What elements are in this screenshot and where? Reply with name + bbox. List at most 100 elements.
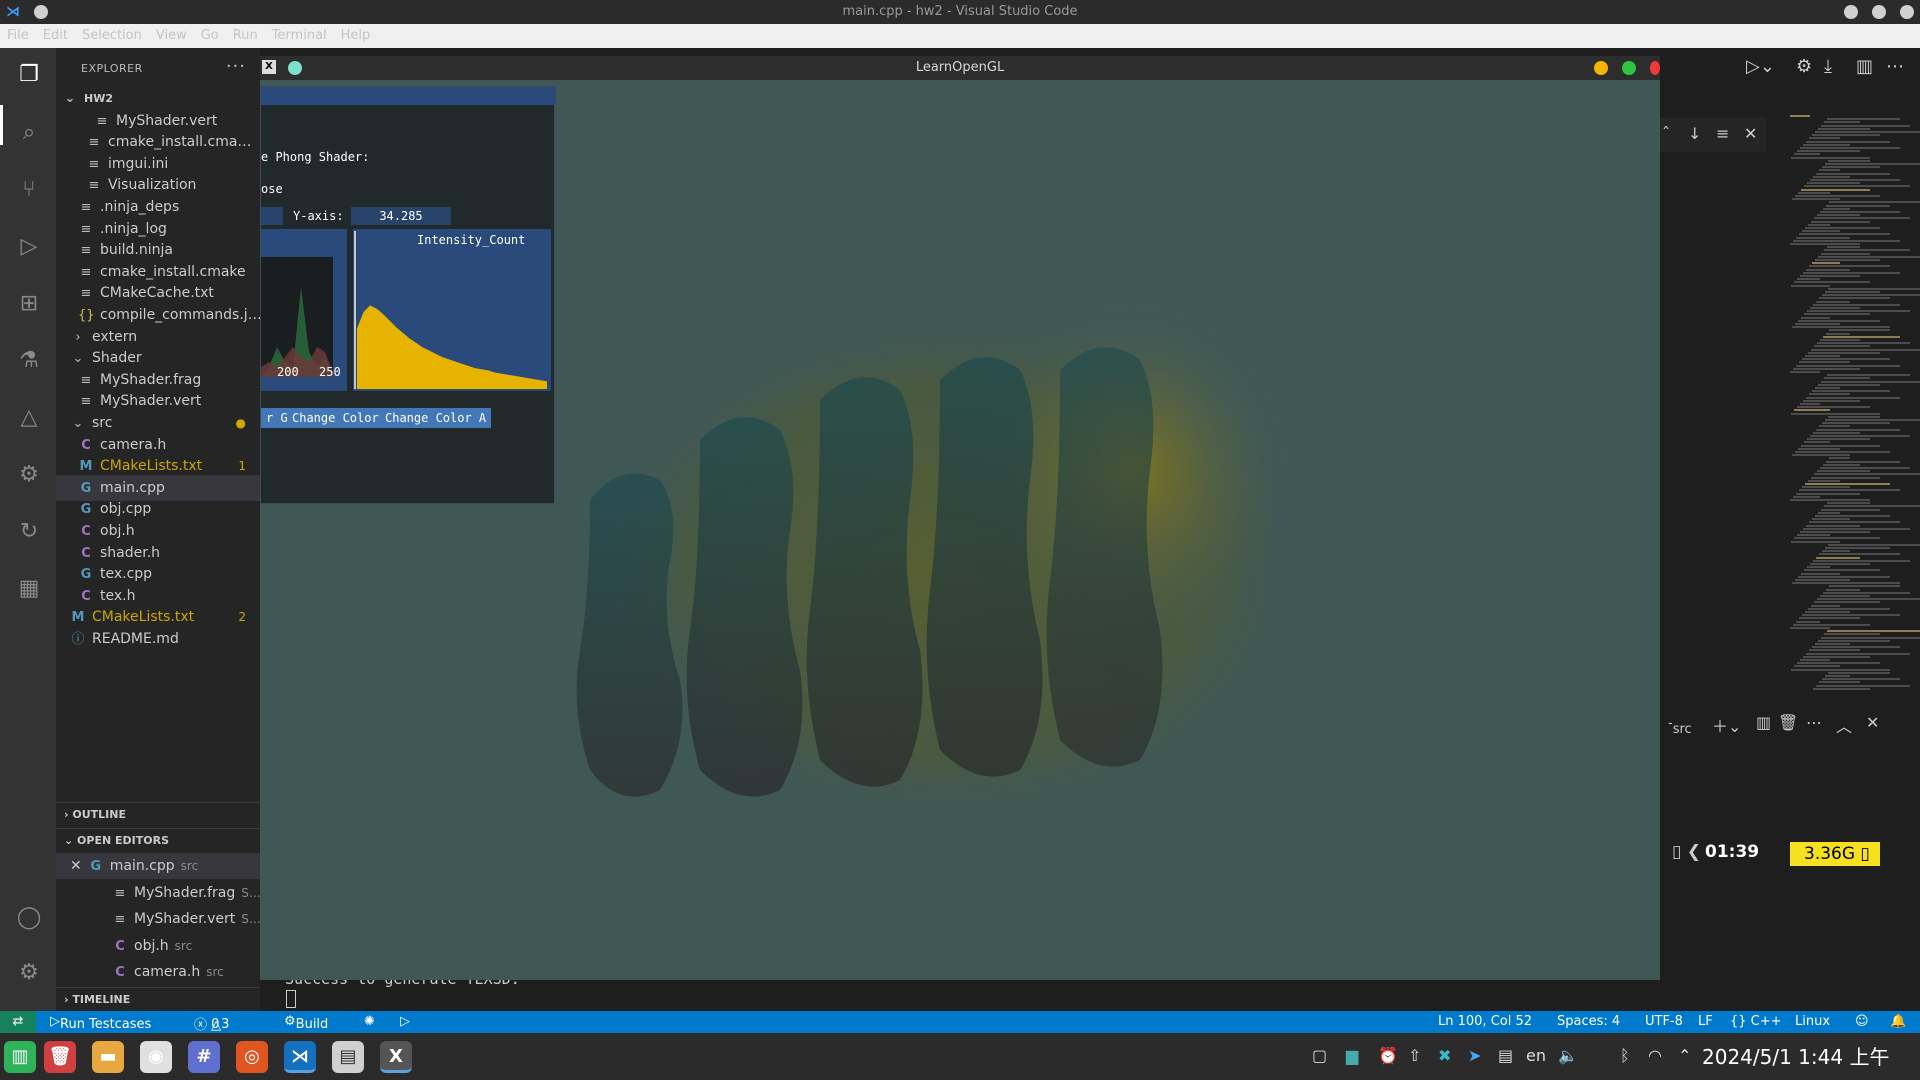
remote-indicator[interactable]: ⇄ [0, 1011, 36, 1033]
new-terminal-icon[interactable]: ＋⌄ [1712, 713, 1741, 737]
gl-close-button[interactable] [1650, 61, 1660, 75]
gl-maximize-button[interactable] [1622, 61, 1636, 75]
indentation[interactable]: Spaces: 4 [1557, 1014, 1620, 1029]
tree-item-label: main.cpp [100, 479, 165, 496]
cmake-icon[interactable]: △ [14, 403, 44, 433]
timeline-section[interactable]: › TIMELINE [56, 987, 260, 1011]
sync-icon[interactable]: ✖ [1438, 1046, 1451, 1065]
encoding[interactable]: UTF-8 [1645, 1014, 1683, 1029]
menu-edit[interactable]: Edit [36, 24, 75, 47]
bluetooth-icon[interactable]: ᛒ [1620, 1046, 1630, 1065]
menu-selection[interactable]: Selection [75, 24, 149, 47]
notifications-icon[interactable]: 🔔 [1890, 1014, 1906, 1029]
menu-run[interactable]: Run [226, 24, 265, 47]
open-editor-item[interactable]: Ccamera.h src [56, 959, 260, 985]
next-match-icon[interactable]: ↓ [1688, 124, 1701, 143]
input-language[interactable]: en [1526, 1046, 1546, 1065]
find-in-selection-icon[interactable]: ≡ [1716, 124, 1729, 143]
maximize-button[interactable] [1872, 5, 1886, 19]
ubuntu-icon[interactable]: ◎ [236, 1041, 268, 1073]
live-share-icon[interactable]: ↻ [14, 517, 44, 547]
telegram-icon[interactable]: ➤ [1468, 1046, 1481, 1065]
trash-app-icon[interactable]: 🗑 [44, 1041, 76, 1073]
split-editor-icon[interactable]: ▥ [1856, 56, 1873, 77]
close-find-icon[interactable]: ✕ [1744, 124, 1757, 143]
text-editor-icon[interactable]: ▤ [332, 1041, 364, 1073]
x-axis-field[interactable] [261, 207, 283, 225]
more-icon[interactable]: ⋯ [1806, 713, 1822, 732]
open-editor-item[interactable]: Cobj.h src [56, 933, 260, 959]
files-app-icon[interactable]: ▬ [92, 1041, 124, 1073]
menu-file[interactable]: File [0, 24, 36, 47]
source-control-icon[interactable]: ⑂ [14, 175, 44, 205]
clipboard-icon[interactable]: ▤ [1498, 1046, 1513, 1065]
upload-icon[interactable]: ⇧ [1408, 1046, 1421, 1065]
imgui-titlebar[interactable] [261, 87, 556, 105]
problems-item[interactable]: ⓧ 0 △ 3 [194, 1014, 229, 1033]
more-actions-icon[interactable]: ··· [226, 56, 246, 77]
debug-icon[interactable]: ✺ [364, 1014, 375, 1029]
close-editor-icon[interactable]: ✕ [70, 858, 82, 874]
settings-gear-icon[interactable]: ⚙ [14, 958, 44, 988]
charts-icon[interactable]: ▦ [14, 574, 44, 604]
open-editor-item[interactable]: ✕ Gmain.cpp src [56, 853, 260, 879]
menu-view[interactable]: View [149, 24, 194, 47]
tray-expand-icon[interactable]: ⌃ [1678, 1046, 1691, 1065]
menu-terminal[interactable]: Terminal [265, 24, 334, 47]
remote-explorer-icon[interactable]: ⚙ [14, 460, 44, 490]
menu-help[interactable]: Help [334, 24, 378, 47]
vscode-taskbar-icon[interactable]: ⋊ [284, 1041, 316, 1073]
minimap-line [1814, 217, 1910, 220]
cursor-position[interactable]: Ln 100, Col 52 [1438, 1014, 1532, 1029]
app-launcher-icon[interactable]: ▥ [4, 1041, 36, 1073]
wifi-icon[interactable]: ◠ [1648, 1046, 1662, 1065]
minimap[interactable] [1780, 115, 1920, 705]
tray-app-icon[interactable]: ▆ [1346, 1046, 1358, 1065]
extensions-icon[interactable]: ⊞ [14, 289, 44, 319]
run-testcases-item[interactable]: ▷ Run Testcases [50, 1014, 151, 1032]
gear-icon[interactable]: ⚙ [1796, 56, 1812, 77]
account-icon[interactable]: ◯ [14, 903, 44, 933]
os-platform[interactable]: Linux [1795, 1014, 1830, 1029]
prev-match-icon[interactable]: ˆ [1662, 124, 1670, 143]
open-editor-item[interactable]: ≡ MyShader.vert S… [56, 906, 260, 932]
opengl-window[interactable]: X LearnOpenGL e Phong Shader: ose Y-axis… [260, 56, 1660, 980]
show-desktop-icon[interactable]: ▢ [1312, 1046, 1327, 1065]
explorer-icon[interactable]: ❐ [14, 60, 44, 90]
close-panel-icon[interactable]: ✕ [1866, 713, 1879, 732]
maximize-panel-icon[interactable]: ︿ [1836, 713, 1852, 737]
window-title: main.cpp - hw2 - Visual Studio Code [842, 4, 1078, 19]
build-item[interactable]: ⚙ Build [284, 1014, 328, 1032]
open-editors-section[interactable]: ⌄ OPEN EDITORS [56, 828, 260, 852]
terminal-tab[interactable]: - src [1668, 716, 1692, 737]
close-button[interactable] [1900, 5, 1914, 19]
split-terminal-icon[interactable]: ▥ [1756, 713, 1771, 732]
open-editor-item[interactable]: ≡ MyShader.frag S… [56, 880, 260, 906]
run-code-icon[interactable]: ▷⌄ [1746, 56, 1775, 77]
download-icon[interactable]: ⤓ [1824, 56, 1832, 77]
y-axis-input[interactable]: 34.285 [351, 207, 451, 225]
gl-minimize-button[interactable] [1594, 61, 1608, 75]
tree-item[interactable]: ⓘ README.md [56, 626, 260, 652]
clock[interactable]: 2024/5/1 1:44 上午 [1702, 1041, 1889, 1070]
menu-go[interactable]: Go [194, 24, 226, 47]
volume-icon[interactable]: 🔈 [1558, 1046, 1578, 1065]
language-mode[interactable]: {} C++ [1730, 1014, 1782, 1029]
launch-icon[interactable]: ▷ [400, 1014, 410, 1029]
imgui-panel[interactable]: e Phong Shader: ose Y-axis: 34.285 200 2… [260, 86, 556, 504]
minimize-button[interactable] [1844, 5, 1858, 19]
more-icon[interactable]: ⋯ [1886, 56, 1904, 77]
alarm-icon[interactable]: ⏰ [1378, 1046, 1398, 1065]
search-icon[interactable]: ⌕ [14, 118, 44, 148]
tree-item-label: compile_commands.j… [100, 307, 260, 323]
chrome-icon[interactable]: ◉ [140, 1041, 172, 1073]
x11-window-icon[interactable]: X [380, 1041, 412, 1073]
chat-app-icon[interactable]: # [188, 1041, 220, 1073]
change-color-a-button[interactable]: Change Color A [380, 408, 492, 428]
testing-icon[interactable]: ⚗ [14, 346, 44, 376]
feedback-icon[interactable]: ☺ [1855, 1014, 1869, 1029]
outline-section[interactable]: › OUTLINE [56, 802, 260, 826]
eol[interactable]: LF [1698, 1014, 1713, 1029]
trash-icon[interactable]: 🗑 [1778, 713, 1798, 732]
run-debug-icon[interactable]: ▷ [14, 232, 44, 262]
